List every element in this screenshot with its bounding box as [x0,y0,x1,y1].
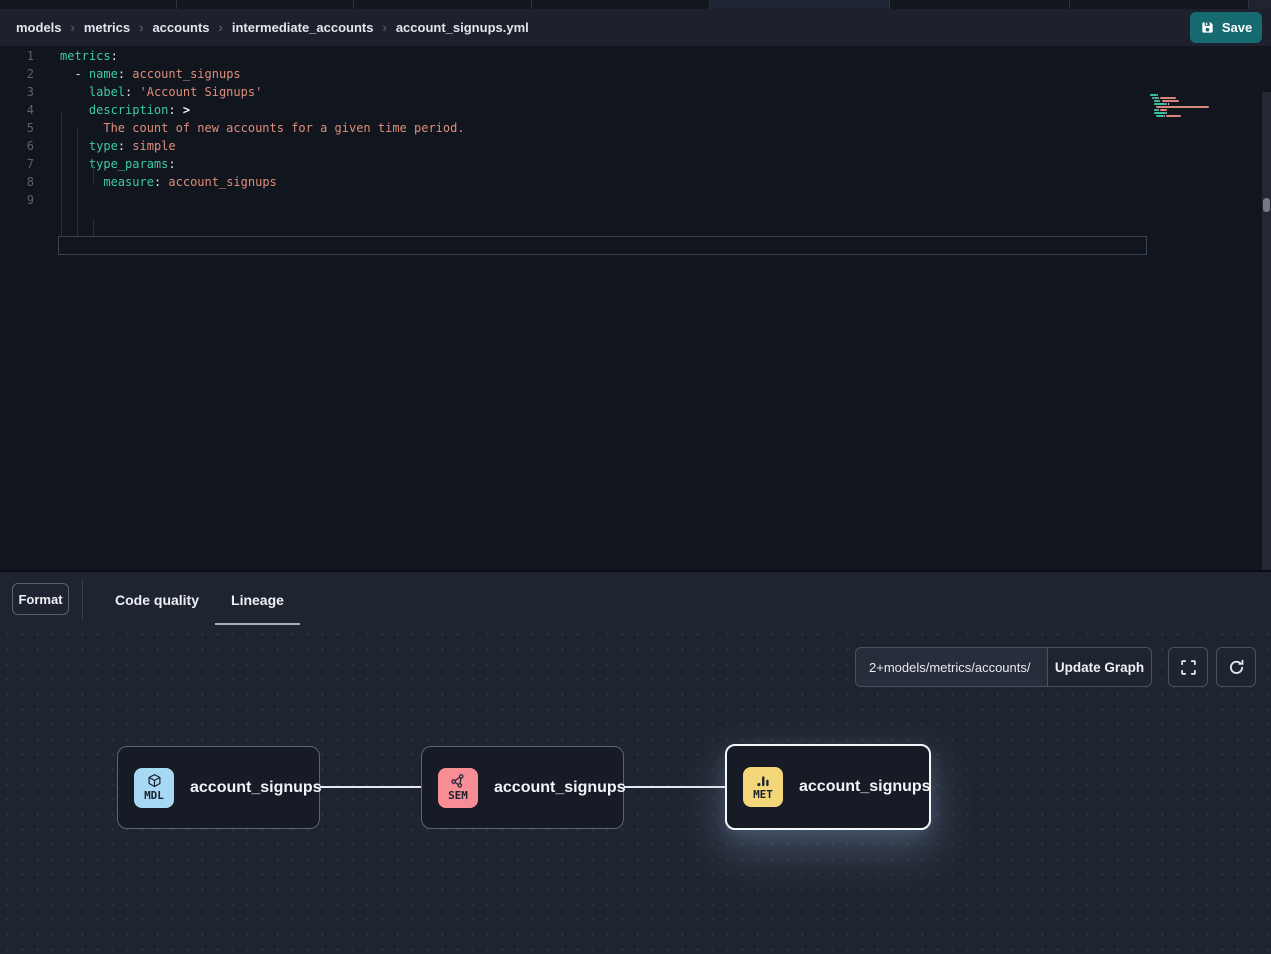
minimap-line [1150,118,1220,120]
lineage-node-semantic-model[interactable]: SEM account_signups [421,746,624,829]
minimap-line [1150,112,1220,114]
badge-label: MET [753,789,773,801]
indent-guide [93,165,94,183]
badge-label: MDL [144,790,164,802]
lineage-node-metric[interactable]: MET account_signups [725,744,931,830]
breadcrumb-item[interactable]: account_signups.yml [396,20,529,35]
top-tab[interactable] [354,0,532,9]
top-tab-endcap [1249,0,1271,9]
top-tab-active[interactable] [710,0,890,9]
line-number: 8 [0,173,34,191]
model-badge: MDL [134,768,174,808]
breadcrumb-item[interactable]: metrics [84,20,130,35]
top-tab[interactable] [177,0,354,9]
code-line[interactable]: 4 description: > [0,101,1147,119]
indent-guide [61,111,62,237]
breadcrumb-bar: models › metrics › accounts › intermediate_acc… [0,9,1271,46]
lineage-selector-input[interactable] [855,647,1048,687]
breadcrumb-item[interactable]: accounts [152,20,209,35]
code-text: metrics: [60,47,118,65]
node-label: account_signups [494,779,626,797]
fullscreen-button[interactable] [1168,647,1208,687]
bar-chart-icon [756,773,771,788]
code-line[interactable]: 3 label: 'Account Signups' [0,83,1147,101]
dbt-ide-window: models › metrics › accounts › intermediate_acc… [0,0,1271,954]
breadcrumb-item[interactable]: intermediate_accounts [232,20,374,35]
indent-guide [77,129,78,237]
format-button[interactable]: Format [12,583,69,615]
top-tab[interactable] [1070,0,1249,9]
line-number: 3 [0,83,34,101]
line-number: 5 [0,119,34,137]
line-number: 9 [0,191,34,209]
top-tab[interactable] [0,0,177,9]
top-tab[interactable] [532,0,710,9]
minimap-line [1150,115,1220,117]
fullscreen-icon [1180,659,1197,676]
update-graph-button[interactable]: Update Graph [1047,647,1152,687]
line-number: 7 [0,155,34,173]
breadcrumb-item[interactable]: models [16,20,62,35]
badge-label: SEM [448,790,468,802]
node-label: account_signups [799,778,931,796]
panel-divider [82,579,83,620]
code-line[interactable]: 5 The count of new accounts for a given … [0,119,1147,137]
line-number: 6 [0,137,34,155]
minimap-line [1150,103,1220,105]
tab-lineage[interactable]: Lineage [215,574,300,625]
top-tab[interactable] [890,0,1070,9]
save-button[interactable]: Save [1190,12,1262,43]
line-number: 4 [0,101,34,119]
editor-scrollbar[interactable] [1262,92,1271,616]
lineage-canvas[interactable]: Update Graph [0,627,1271,954]
tab-code-quality[interactable]: Code quality [99,574,215,625]
code-line[interactable]: 8 measure: account_signups [0,173,1147,191]
editor-minimap[interactable] [1150,94,1220,121]
panel-tabs: Code qualityLineage [99,574,300,625]
code-text: label: 'Account Signups' [60,83,262,101]
code-line[interactable]: 7 type_params: [0,155,1147,173]
semantic-badge: SEM [438,768,478,808]
semantic-triangle-icon [450,773,466,789]
node-label: account_signups [190,779,322,797]
code-lines: 1metrics:2 - name: account_signups3 labe… [0,47,1147,209]
code-line[interactable]: 2 - name: account_signups [0,65,1147,83]
breadcrumb: models › metrics › accounts › intermediate_acc… [16,20,529,35]
code-text: - name: account_signups [60,65,241,83]
minimap-line [1150,106,1220,108]
code-text: The count of new accounts for a given ti… [60,119,465,137]
chevron-right-icon: › [139,20,143,35]
scrollbar-thumb[interactable] [1263,198,1270,212]
lineage-node-model[interactable]: MDL account_signups [117,746,320,829]
bottom-panel: Format Code qualityLineage Update Graph [0,570,1271,954]
line-number: 2 [0,65,34,83]
code-line[interactable]: 9 [0,191,1147,209]
code-text: description: > [60,101,190,119]
save-label: Save [1222,20,1252,35]
refresh-icon [1228,659,1245,676]
lineage-edge [624,786,726,788]
chevron-right-icon: › [71,20,75,35]
code-line[interactable]: 6 type: simple [0,137,1147,155]
code-line[interactable]: 1 metrics: [0,47,1147,65]
minimap-line [1150,94,1220,96]
save-icon [1200,20,1215,35]
top-tab-strip [0,0,1271,9]
lineage-edge [320,786,421,788]
minimap-line [1150,97,1220,99]
cube-icon [146,773,163,789]
code-editor[interactable]: 1metrics:2 - name: account_signups3 labe… [0,46,1271,570]
chevron-right-icon: › [382,20,386,35]
refresh-button[interactable] [1216,647,1256,687]
chevron-right-icon: › [219,20,223,35]
minimap-line [1150,100,1220,102]
metric-badge: MET [743,767,783,807]
line-number: 1 [0,47,34,65]
minimap-line [1150,109,1220,111]
indent-guide [93,219,94,237]
active-line-highlight [58,236,1147,255]
